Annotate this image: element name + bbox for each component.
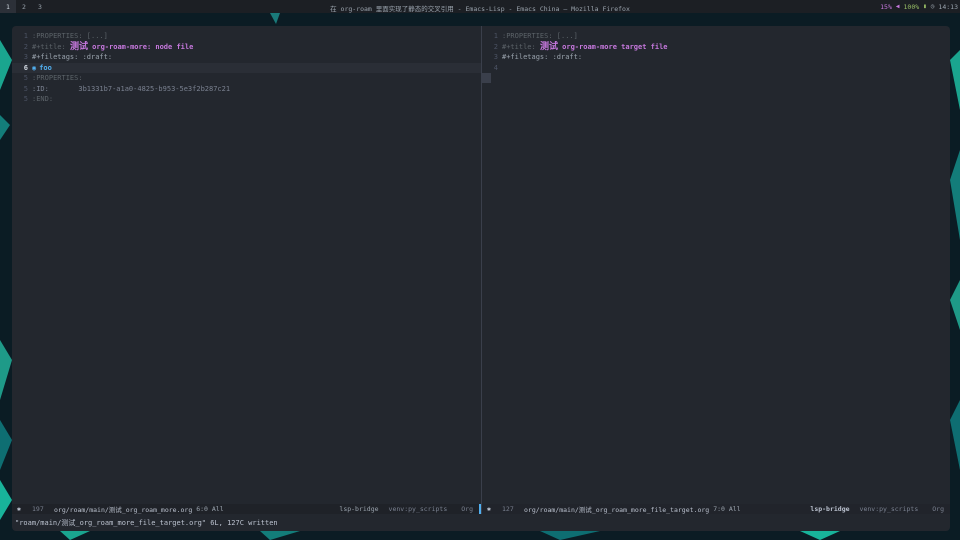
active-window-bar (479, 504, 481, 514)
emacs-frame: 1 :PROPERTIES: [...] 2 #+title: 测试 org-r… (12, 26, 950, 531)
cpu-usage: 15% (880, 2, 892, 11)
line-number: 1 (493, 32, 498, 40)
venv-indicator[interactable]: venv:py_scripts (860, 505, 919, 513)
clock-icon: ◷ (930, 3, 935, 10)
buffer-line[interactable]: 5 :PROPERTIES: (12, 73, 481, 84)
line-number: 5 (23, 84, 28, 93)
volume-level: 100% (903, 2, 920, 11)
cursor-position: 7:0 All (713, 505, 741, 513)
major-mode[interactable]: Org (461, 505, 473, 513)
left-window[interactable]: 1 :PROPERTIES: [...] 2 #+title: 测试 org-r… (12, 26, 481, 503)
buffer-line[interactable]: 1 :PROPERTIES: [...] (482, 31, 950, 42)
current-line[interactable]: 6 ◉ foo (12, 62, 481, 74)
title-text: org-roam-more: node file (87, 42, 194, 51)
buffer-path[interactable]: org/roam/main/测试_org_roam_more_file_targ… (524, 504, 709, 514)
buffer-size: 197 (32, 505, 44, 513)
volume-icon[interactable]: ◀ (896, 3, 900, 10)
buffer-path[interactable]: org/roam/main/测试_org_roam_more.org (54, 504, 192, 514)
buffer-line[interactable]: 2 #+title: 测试 org-roam-more target file (482, 42, 950, 53)
line-number: 3 (23, 53, 28, 61)
workspace-3[interactable]: 3 (32, 0, 48, 13)
workspace-2[interactable]: 2 (16, 0, 32, 13)
filetags-line: #+filetags: :draft: (502, 53, 583, 61)
echo-area: "roam/main/测试_org_roam_more_file_target.… (15, 519, 278, 527)
line-number: 4 (493, 63, 498, 72)
title-zh: 测试 (539, 41, 558, 52)
venv-indicator[interactable]: venv:py_scripts (389, 505, 448, 513)
system-tray: 15% ◀ 100% ▮ ◷ 14:13 (880, 0, 960, 13)
title-keyword: #+title: (32, 42, 70, 51)
clock-time: 14:13 (938, 2, 958, 11)
modeline-left: ✱ 197 org/roam/main/测试_org_roam_more.org… (12, 504, 481, 514)
buffer-state-icon: ✱ (487, 505, 491, 513)
buffer-line[interactable]: 2 #+title: 测试 org-roam-more: node file (12, 42, 481, 53)
buffer-line[interactable]: 3 #+filetags: :draft: (12, 52, 481, 63)
filetags-line: #+filetags: :draft: (32, 53, 113, 61)
cursor-position: 6:0 All (196, 505, 224, 513)
battery-icon: ▮ (923, 3, 927, 10)
line-number: 3 (493, 53, 498, 61)
buffer-state-icon: ✱ (17, 505, 21, 513)
major-mode[interactable]: Org (932, 505, 944, 513)
text-cursor (482, 73, 491, 83)
line-number: 2 (23, 42, 28, 51)
line-number: 5 (23, 95, 28, 103)
properties-drawer[interactable]: :PROPERTIES: [...] (32, 31, 108, 42)
properties-start: :PROPERTIES: (32, 74, 83, 82)
title-text: org-roam-more target file (557, 42, 668, 51)
buffer-line[interactable]: 3 #+filetags: :draft: (482, 52, 950, 63)
title-zh: 测试 (69, 41, 88, 52)
line-number: 6 (23, 63, 28, 72)
right-window[interactable]: 1 :PROPERTIES: [...] 2 #+title: 测试 org-r… (482, 26, 950, 503)
top-bar: 1 2 3 在 org-roam 里面实现了静态的交叉引用 - Emacs-Li… (0, 0, 960, 13)
heading-text[interactable]: foo (39, 63, 52, 74)
buffer-size: 127 (502, 505, 514, 513)
line-number: 5 (23, 74, 28, 82)
modeline-right: ✱ 127 org/roam/main/测试_org_roam_more_fil… (482, 504, 950, 514)
heading-bullet-icon[interactable]: ◉ (32, 63, 36, 74)
line-number: 1 (23, 32, 28, 40)
id-property: :ID: 3b1331b7-a1a0-4825-b953-5e3f2b287c2… (32, 84, 231, 93)
window-title: 在 org-roam 里面实现了静态的交叉引用 - Emacs-Lisp - E… (330, 5, 630, 13)
title-keyword: #+title: (502, 42, 540, 51)
buffer-line[interactable]: 5 :ID: 3b1331b7-a1a0-4825-b953-5e3f2b287… (12, 84, 481, 95)
properties-end: :END: (32, 95, 54, 103)
properties-drawer[interactable]: :PROPERTIES: [...] (502, 31, 578, 42)
lsp-indicator[interactable]: lsp-bridge (810, 505, 849, 513)
lsp-indicator[interactable]: lsp-bridge (339, 505, 378, 513)
buffer-line[interactable] (482, 73, 950, 84)
buffer-line[interactable]: 4 (482, 63, 950, 74)
buffer-line[interactable]: 1 :PROPERTIES: [...] (12, 31, 481, 42)
buffer-line[interactable]: 5 :END: (12, 94, 481, 105)
workspace-1[interactable]: 1 (0, 0, 16, 13)
line-number: 2 (493, 42, 498, 51)
